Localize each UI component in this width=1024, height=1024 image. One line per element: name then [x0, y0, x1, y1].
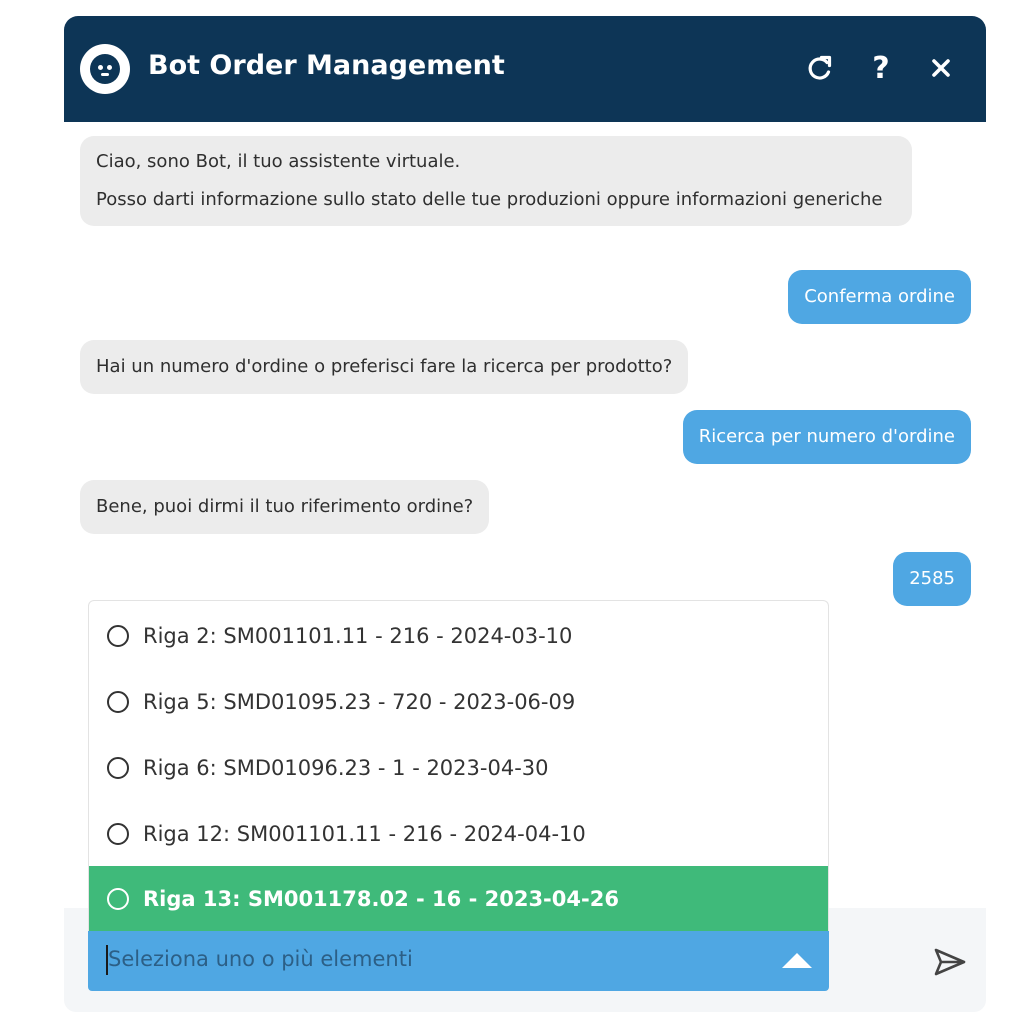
header-title: Bot Order Management: [148, 50, 505, 81]
radio-icon: [107, 691, 129, 713]
radio-icon: [107, 823, 129, 845]
bot-message-text: Bene, puoi dirmi il tuo riferimento ordi…: [96, 496, 474, 517]
radio-icon: [107, 757, 129, 779]
radio-icon: [107, 625, 129, 647]
bot-message-text: Hai un numero d'ordine o preferisci fare…: [96, 356, 673, 377]
bot-message: Hai un numero d'ordine o preferisci fare…: [80, 340, 689, 394]
help-button[interactable]: ?: [859, 46, 903, 90]
bot-message-line: Ciao, sono Bot, il tuo assistente virtua…: [96, 151, 461, 172]
bot-face-icon: [80, 44, 130, 94]
close-button[interactable]: [919, 46, 963, 90]
close-icon: [932, 59, 950, 77]
caret-up-icon[interactable]: [782, 953, 812, 968]
bot-message-line: Posso darti informazione sullo stato del…: [96, 189, 883, 210]
option-label: Riga 5: SMD01095.23 - 720 - 2023-06-09: [143, 690, 576, 714]
option-riga-12[interactable]: Riga 12: SM001101.11 - 216 - 2024-04-10: [89, 801, 828, 867]
option-riga-5[interactable]: Riga 5: SMD01095.23 - 720 - 2023-06-09: [89, 669, 828, 735]
send-button[interactable]: [928, 940, 972, 984]
help-icon: ?: [872, 50, 890, 86]
option-riga-2[interactable]: Riga 2: SM001101.11 - 216 - 2024-03-10: [89, 603, 828, 669]
user-message: 2585: [893, 552, 971, 606]
chat-widget: Bot Order Management ? Ciao, sono Bot, i…: [64, 16, 986, 1012]
multi-select-input[interactable]: Seleziona uno o più elementi: [88, 931, 829, 991]
option-label: Riga 2: SM001101.11 - 216 - 2024-03-10: [143, 624, 573, 648]
radio-icon: [107, 888, 129, 910]
chat-header: Bot Order Management ?: [64, 16, 986, 122]
send-icon: [934, 948, 966, 976]
user-message: Ricerca per numero d'ordine: [682, 410, 971, 464]
bot-message: Ciao, sono Bot, il tuo assistente virtua…: [80, 136, 912, 226]
option-label: Riga 6: SMD01096.23 - 1 - 2023-04-30: [143, 756, 549, 780]
option-riga-6[interactable]: Riga 6: SMD01096.23 - 1 - 2023-04-30: [89, 735, 828, 801]
refresh-button[interactable]: [798, 46, 842, 90]
bot-message: Bene, puoi dirmi il tuo riferimento ordi…: [80, 480, 490, 534]
refresh-icon: [808, 55, 832, 80]
user-message: Conferma ordine: [788, 270, 971, 324]
option-label: Riga 12: SM001101.11 - 216 - 2024-04-10: [143, 822, 586, 846]
option-riga-13[interactable]: Riga 13: SM001178.02 - 16 - 2023-04-26: [89, 866, 828, 931]
options-dropdown: Riga 2: SM001101.11 - 216 - 2024-03-10 R…: [88, 600, 829, 931]
select-placeholder: Seleziona uno o più elementi: [108, 947, 413, 971]
option-label: Riga 13: SM001178.02 - 16 - 2023-04-26: [143, 887, 619, 911]
